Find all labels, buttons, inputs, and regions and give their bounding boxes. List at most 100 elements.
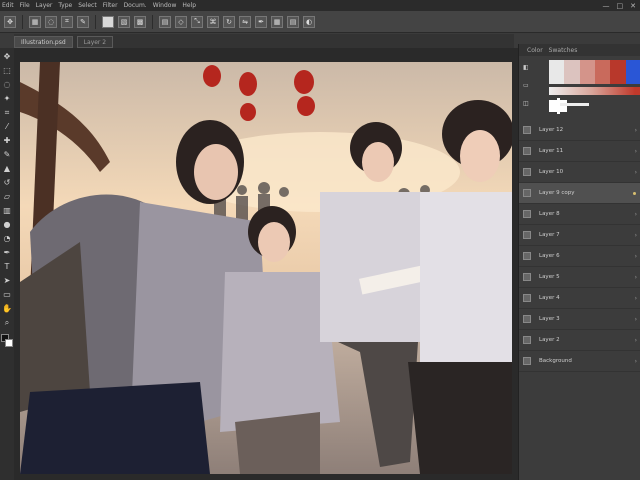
eraser-icon[interactable]: ▩ — [134, 15, 146, 28]
color-ramp[interactable] — [549, 60, 640, 84]
layer-row[interactable]: Layer 3 › — [519, 309, 640, 330]
color-swatches[interactable] — [1, 334, 13, 348]
shape-tool-icon[interactable]: ▭ — [2, 290, 12, 300]
stamp-tool-icon[interactable]: ▲ — [2, 164, 12, 174]
minimize-button[interactable]: — — [603, 2, 610, 10]
menu-item-file[interactable]: File — [20, 2, 30, 9]
move-icon[interactable]: ✥ — [4, 15, 16, 28]
lasso-tool-icon[interactable]: ◌ — [2, 80, 12, 90]
path-select-tool-icon[interactable]: ➤ — [2, 276, 12, 286]
zoom-tool-icon[interactable]: ⌕ — [2, 318, 12, 328]
canvas-area — [14, 48, 518, 480]
color-stop[interactable] — [564, 60, 580, 84]
layer-row[interactable]: Layer 4 › — [519, 288, 640, 309]
chevron-right-icon[interactable]: › — [635, 253, 637, 260]
brush-tool-icon[interactable]: ✎ — [2, 150, 12, 160]
layer-row[interactable]: Layer 6 › — [519, 246, 640, 267]
color-stop[interactable] — [549, 60, 565, 84]
color-stop[interactable] — [594, 60, 611, 84]
warp-icon[interactable]: ⌘ — [207, 15, 219, 28]
flip-icon[interactable]: ⇋ — [239, 15, 251, 28]
background-color-swatch[interactable] — [5, 339, 13, 347]
transform-icon[interactable]: ⤡ — [191, 15, 203, 28]
lasso-icon[interactable]: ◌ — [45, 15, 57, 28]
chevron-right-icon[interactable]: › — [635, 127, 637, 134]
hand-tool-icon[interactable]: ✋ — [2, 304, 12, 314]
layer-row[interactable]: Layer 12 › — [519, 120, 640, 141]
pattern-mode-icon[interactable]: ◫ — [523, 100, 541, 110]
pen-tool-icon[interactable]: ✒ — [2, 248, 12, 258]
menu-bar: Edit File Layer Type Select Filter Docum… — [0, 0, 640, 11]
magic-wand-tool-icon[interactable]: ✦ — [2, 94, 12, 104]
chevron-right-icon[interactable]: › — [635, 232, 637, 239]
crop-icon[interactable]: ⌗ — [61, 15, 73, 28]
brush-icon[interactable]: ▧ — [118, 15, 130, 28]
layer-row[interactable]: Layer 10 › — [519, 162, 640, 183]
marquee-icon[interactable]: ▦ — [29, 15, 41, 28]
chevron-right-icon[interactable]: › — [635, 295, 637, 302]
heal-tool-icon[interactable]: ✚ — [2, 136, 12, 146]
color-mode-icon[interactable]: ◧ — [523, 64, 541, 74]
chevron-right-icon[interactable]: › — [635, 211, 637, 218]
color-picker[interactable]: ◧ ▭ ◫ — [519, 56, 640, 114]
shape-icon[interactable]: ◇ — [175, 15, 187, 28]
layer-row[interactable]: Layer 11 › — [519, 141, 640, 162]
menu-item-type[interactable]: Type — [58, 2, 72, 9]
layer-row[interactable]: Background › — [519, 351, 640, 372]
color-swatch-icon[interactable] — [102, 15, 114, 28]
color-stop[interactable] — [579, 60, 595, 84]
menu-item-window[interactable]: Window — [153, 2, 177, 9]
tab-layer[interactable]: Layer 2 — [76, 36, 114, 48]
marquee-tool-icon[interactable]: ⬚ — [2, 66, 12, 76]
crop-tool-icon[interactable]: ⌗ — [2, 108, 12, 118]
gradient-mode-icon[interactable]: ▭ — [523, 82, 541, 92]
chevron-right-icon[interactable]: › — [635, 358, 637, 365]
layers-icon[interactable]: ▤ — [287, 15, 299, 28]
chevron-right-icon[interactable]: › — [635, 274, 637, 281]
layer-row[interactable]: Layer 9 copy — [519, 183, 640, 204]
gradient-icon[interactable]: ▤ — [159, 15, 171, 28]
rotate-icon[interactable]: ↻ — [223, 15, 235, 28]
chevron-right-icon[interactable]: › — [635, 337, 637, 344]
color-stop[interactable] — [625, 60, 640, 84]
chevron-right-icon[interactable]: › — [635, 148, 637, 155]
eyedropper-tool-icon[interactable]: ⁄ — [2, 122, 12, 132]
gradient-tool-icon[interactable]: ▥ — [2, 206, 12, 216]
layer-row[interactable]: Layer 2 › — [519, 330, 640, 351]
layer-row[interactable]: Layer 7 › — [519, 225, 640, 246]
menu-item-edit[interactable]: Edit — [2, 2, 14, 9]
menu-item-help[interactable]: Help — [182, 2, 196, 9]
layer-row[interactable]: Layer 8 › — [519, 204, 640, 225]
chevron-right-icon[interactable]: › — [635, 316, 637, 323]
blur-tool-icon[interactable]: ● — [2, 220, 12, 230]
layer-name: Layer 2 — [539, 337, 560, 343]
document-canvas[interactable] — [20, 62, 512, 474]
move-tool-icon[interactable]: ✥ — [2, 52, 12, 62]
layer-row[interactable]: Layer 5 › — [519, 267, 640, 288]
pen-icon[interactable]: ✒ — [255, 15, 267, 28]
close-button[interactable]: ✕ — [630, 2, 636, 10]
menu-item-layer[interactable]: Layer — [36, 2, 53, 9]
dodge-tool-icon[interactable]: ◔ — [2, 234, 12, 244]
menu-item-select[interactable]: Select — [78, 2, 97, 9]
menu-item-filter[interactable]: Filter — [103, 2, 118, 9]
eyedropper-icon[interactable]: ✎ — [77, 15, 89, 28]
tab-color[interactable]: Color — [527, 47, 543, 54]
eraser-tool-icon[interactable]: ▱ — [2, 192, 12, 202]
grid-icon[interactable]: ▦ — [271, 15, 283, 28]
gradient-end-swatch[interactable] — [635, 87, 640, 95]
layer-name: Layer 11 — [539, 148, 564, 154]
type-tool-icon[interactable]: T — [2, 262, 12, 272]
layer-thumbnail — [523, 210, 531, 218]
chevron-right-icon[interactable]: › — [635, 169, 637, 176]
maximize-button[interactable]: □ — [617, 2, 624, 10]
history-brush-tool-icon[interactable]: ↺ — [2, 178, 12, 188]
color-stop[interactable] — [610, 60, 626, 84]
layer-thumbnail — [523, 147, 531, 155]
mask-icon[interactable]: ◐ — [303, 15, 315, 28]
tab-document[interactable]: Illustration.psd — [14, 36, 73, 48]
tab-swatches[interactable]: Swatches — [549, 47, 578, 54]
menu-item-document[interactable]: Docum. — [124, 2, 147, 9]
gradient-slider[interactable] — [549, 87, 635, 95]
layer-thumbnail — [523, 252, 531, 260]
